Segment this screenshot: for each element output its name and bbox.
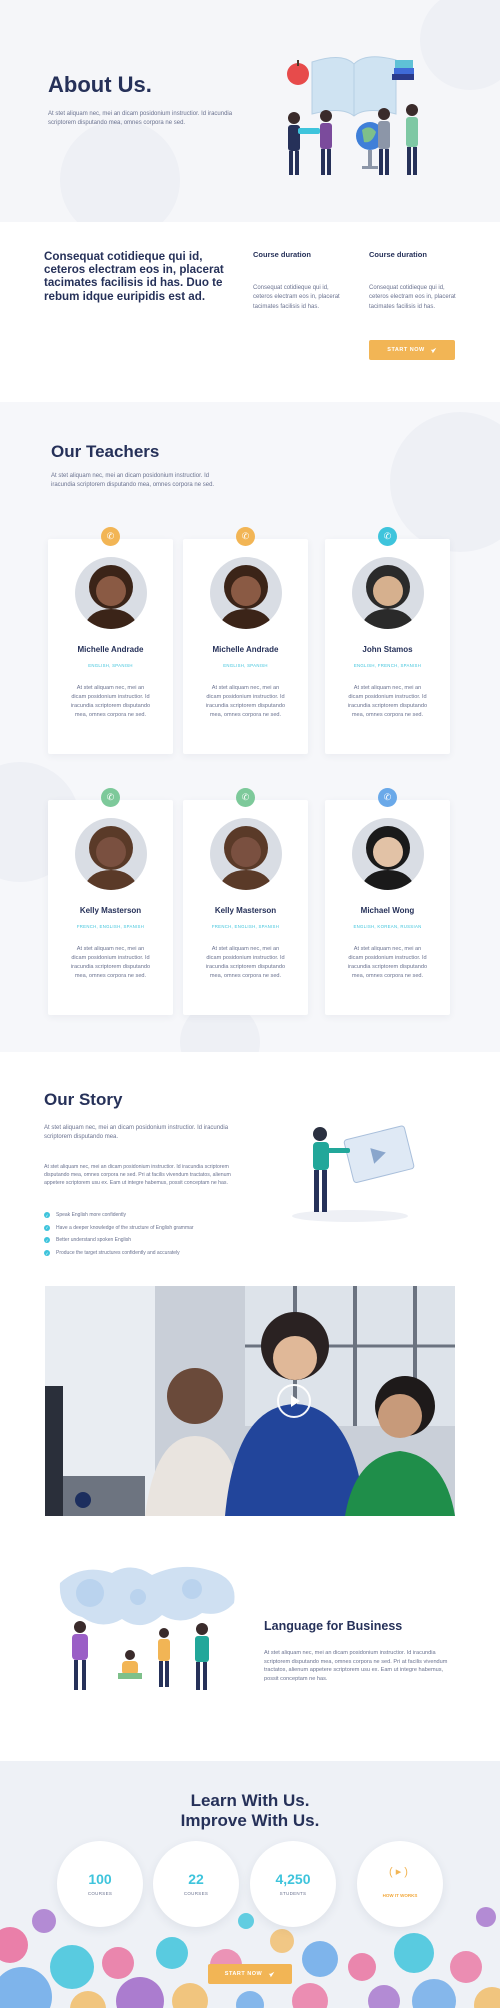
how-it-works-button[interactable]: ( ▸ ) HOW IT WORKS	[357, 1841, 443, 1927]
check-icon: ✓	[44, 1224, 50, 1231]
teacher-card[interactable]: ✆ Kelly Masterson FRENCH, ENGLISH, SPANISH…	[48, 788, 173, 1015]
students-with-book-illustration	[287, 56, 418, 175]
check-icon: ✓	[44, 1250, 50, 1257]
teacher-description: At stet aliquam nec, mei an dicam posido…	[70, 946, 151, 979]
rocket-icon	[430, 347, 437, 353]
story-body: At stet aliquam nec, mei an dicam posido…	[44, 1164, 231, 1187]
teacher-avatar	[352, 557, 424, 629]
list-item: ✓ Produce the target structures confident…	[44, 1250, 180, 1257]
teacher-card[interactable]: ✆ Kelly Masterson FRENCH, ENGLISH, SPANISH…	[183, 788, 308, 1015]
world-map-people-illustration	[59, 1566, 235, 1690]
learn-with-us-section: Learn With Us. Improve With Us. 100 COURS…	[0, 1761, 500, 2008]
student-with-tablet-illustration	[292, 1125, 415, 1222]
teacher-description: At stet aliquam nec, mei an dicam posido…	[347, 685, 428, 718]
whatsapp-icon[interactable]: ✆	[101, 788, 120, 807]
course-duration-section: Consequat cotidieque qui id, ceteros ele…	[0, 222, 500, 402]
stat-courses-2: 22 COURSES	[153, 1841, 239, 1927]
teacher-description: At stet aliquam nec, mei an dicam posido…	[70, 685, 151, 718]
list-item: ✓ Speak English more confidently	[44, 1212, 127, 1219]
teacher-name: Kelly Masterson	[79, 906, 142, 915]
teacher-languages: ENGLISH, SPANISH	[88, 663, 133, 668]
teacher-description: At stet aliquam nec, mei an dicam posido…	[205, 946, 286, 979]
teacher-description: At stet aliquam nec, mei an dicam posido…	[347, 946, 428, 979]
whatsapp-icon[interactable]: ✆	[236, 527, 255, 546]
teacher-card[interactable]: ✆ Michael Wong ENGLISH, KOREAN, RUSSIAN At …	[325, 788, 450, 1015]
story-title: Our Story	[44, 1090, 123, 1109]
teacher-description: At stet aliquam nec, mei an dicam posido…	[205, 685, 286, 718]
duration-col2-title: Course duration	[369, 250, 427, 259]
check-icon: ✓	[44, 1237, 50, 1244]
story-bullet-list: ✓ Speak English more confidently ✓ Have a …	[44, 1209, 194, 1259]
duration-col2-text: Consequat cotidieque qui id, ceteros ele…	[369, 285, 456, 310]
teachers-section: Our Teachers At stet aliquam nec, mei an…	[0, 402, 500, 1052]
check-icon: ✓	[44, 1212, 50, 1219]
list-item: ✓ Better understand spoken English	[44, 1237, 132, 1244]
whatsapp-icon[interactable]: ✆	[236, 788, 255, 807]
duration-headline: Consequat cotidieque qui id, ceteros ele…	[44, 250, 224, 303]
learn-title: Learn With Us. Improve With Us.	[180, 1791, 320, 1830]
teacher-name: Michelle Andrade	[77, 645, 144, 654]
play-icon	[291, 1395, 300, 1407]
teacher-avatar	[210, 557, 282, 629]
language-title: Language for Business	[264, 1619, 403, 1633]
language-business-section: Language for Business At stet aliquam ne…	[0, 1517, 500, 1761]
teacher-name: John Stamos	[362, 645, 413, 654]
skype-icon[interactable]: ✆	[378, 527, 397, 546]
teacher-languages: ENGLISH, KOREAN, RUSSIAN	[353, 924, 422, 929]
list-item: ✓ Have a deeper knowledge of the structur…	[44, 1224, 194, 1231]
teacher-card[interactable]: ✆ John Stamos ENGLISH, FRENCH, SPANISH At s…	[325, 527, 450, 754]
start-now-button[interactable]: START NOW	[369, 340, 455, 360]
classroom-video[interactable]	[45, 1286, 455, 1516]
teacher-name: Michelle Andrade	[212, 645, 279, 654]
wechat-icon[interactable]: ✆	[378, 788, 397, 807]
story-lead: At stet aliquam nec, mei an dicam posido…	[44, 1125, 229, 1141]
teacher-avatar	[75, 818, 147, 890]
classroom-video-thumbnail	[45, 1286, 455, 1516]
about-section: About Us. At stet aliquam nec, mei an di…	[0, 0, 500, 222]
teacher-name: Michael Wong	[360, 906, 415, 915]
about-intro-text: At stet aliquam nec, mei an dicam posido…	[48, 111, 233, 126]
play-button[interactable]	[277, 1384, 311, 1418]
duration-col1-text: Consequat cotidieque qui id, ceteros ele…	[253, 285, 340, 310]
play-video-icon: ( ▸ )	[389, 1866, 408, 1878]
teacher-name: Kelly Masterson	[214, 906, 277, 915]
duration-col1-title: Course duration	[253, 250, 311, 259]
teacher-avatar	[352, 818, 424, 890]
start-now-bottom-button[interactable]: START NOW	[208, 1964, 292, 1984]
teacher-languages: FRENCH, ENGLISH, SPANISH	[211, 924, 280, 929]
page-title: About Us.	[48, 72, 152, 97]
teachers-intro: At stet aliquam nec, mei an dicam posido…	[51, 473, 215, 489]
teacher-languages: ENGLISH, FRENCH, SPANISH	[353, 663, 422, 668]
teacher-languages: ENGLISH, SPANISH	[223, 663, 268, 668]
teachers-title: Our Teachers	[51, 442, 160, 461]
teacher-avatar	[210, 818, 282, 890]
stat-students: 4,250 STUDENTS	[250, 1841, 336, 1927]
whatsapp-icon[interactable]: ✆	[101, 527, 120, 546]
start-now-label: START NOW	[224, 1971, 263, 1977]
language-text: At stet aliquam nec, mei an dicam posido…	[264, 1650, 448, 1682]
stat-courses: 100 COURSES	[57, 1841, 143, 1927]
teacher-card[interactable]: ✆ Michelle Andrade ENGLISH, SPANISH At stet…	[48, 527, 173, 754]
start-now-label: START NOW	[387, 347, 425, 353]
teacher-languages: FRENCH, ENGLISH, SPANISH	[76, 924, 145, 929]
rocket-icon	[268, 1971, 275, 1977]
teacher-card[interactable]: ✆ Michelle Andrade ENGLISH, SPANISH At stet…	[183, 527, 308, 754]
teacher-avatar	[75, 557, 147, 629]
our-story-section: Our Story At stet aliquam nec, mei an di…	[0, 1052, 500, 1517]
